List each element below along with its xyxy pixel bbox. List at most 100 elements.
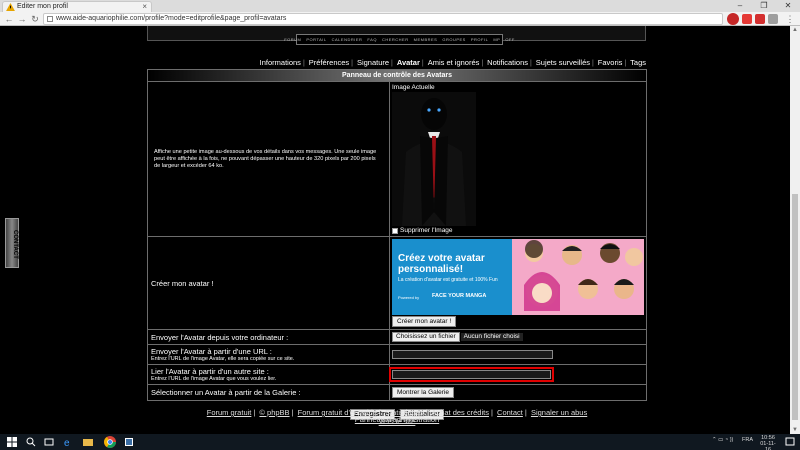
- create-avatar-cell: Créer mon avatar !: [147, 236, 390, 330]
- url-label: Envoyer l'Avatar à partir d'une URL :: [151, 347, 272, 356]
- footer-link[interactable]: © phpBB: [259, 408, 289, 417]
- extension-abp-icon[interactable]: [755, 14, 765, 24]
- language-indicator[interactable]: FRA: [742, 437, 753, 443]
- extension-badge-icon[interactable]: [742, 14, 752, 24]
- maximize-icon[interactable]: ❐: [752, 0, 776, 12]
- tab-notifications[interactable]: Notifications: [487, 58, 528, 67]
- show-gallery-button[interactable]: Montrer la Galerie: [392, 387, 455, 398]
- panel-title: Panneau de contrôle des Avatars: [147, 69, 647, 82]
- address-bar[interactable]: www.aide-aquariophilie.com/profile?mode=…: [43, 13, 723, 25]
- content-panel: Informations | Préférences | Signature | Av…: [145, 48, 649, 434]
- tray-icons[interactable]: ⌃ ▭ ◔ )): [712, 437, 733, 443]
- menu-icon[interactable]: ⋮: [784, 13, 796, 25]
- forum-nav-item[interactable]: FORUM: [284, 37, 301, 42]
- link-help: Entrez l'URL de l'image Avatar que vous …: [151, 376, 277, 382]
- footer-link[interactable]: Statistiques: [385, 408, 424, 417]
- edge-icon[interactable]: e: [63, 437, 73, 447]
- warning-icon: [6, 3, 15, 11]
- tab-avatar[interactable]: Avatar: [397, 58, 420, 67]
- forum-nav-item[interactable]: CHERCHER: [382, 37, 409, 42]
- tab-title: Editer mon profil: [17, 3, 68, 10]
- tab-preferences[interactable]: Préférences: [309, 58, 349, 67]
- delete-image-row: Supprimer l'Image: [392, 227, 644, 234]
- forum-nav-item[interactable]: FAQ: [367, 37, 377, 42]
- profile-tabs: Informations | Préférences | Signature | Av…: [259, 58, 646, 67]
- back-icon[interactable]: ←: [3, 13, 15, 25]
- delete-image-checkbox[interactable]: [392, 227, 398, 234]
- extension-gray-icon[interactable]: [768, 14, 778, 24]
- forum-nav-item[interactable]: CALENDRIER: [332, 37, 363, 42]
- browser-tabbar: Editer mon profil × – ❐ ✕: [0, 0, 800, 12]
- search-icon[interactable]: [26, 437, 36, 447]
- create-avatar-button[interactable]: Créer mon avatar !: [392, 316, 457, 327]
- link-field-cell: [389, 364, 647, 385]
- file-explorer-icon[interactable]: [83, 437, 93, 447]
- footer-link[interactable]: Forum gratuit d'entraide: [298, 408, 377, 417]
- upload-label: Envoyer l'Avatar depuis votre ordinateur…: [151, 332, 289, 342]
- clock[interactable]: 10:56 01-11-16: [758, 435, 778, 450]
- footer-link[interactable]: Achat des crédits: [431, 408, 489, 417]
- browser-tab[interactable]: Editer mon profil ×: [2, 1, 152, 12]
- windows-start-icon[interactable]: [7, 437, 17, 447]
- delete-image-label: Supprimer l'Image: [400, 227, 453, 234]
- choose-file-button[interactable]: Choisissez un fichier: [392, 332, 460, 342]
- current-avatar-image: [392, 92, 476, 226]
- faceyourmanga-banner[interactable]: Créez votre avatar personnalisé! La créa…: [392, 239, 644, 315]
- notifications-icon[interactable]: [785, 437, 795, 447]
- scrollbar-thumb[interactable]: [792, 194, 798, 420]
- tab-friends[interactable]: Amis et ignorés: [428, 58, 480, 67]
- task-view-icon[interactable]: [44, 437, 54, 447]
- link-cell: Lier l'Avatar à partir d'un autre site :…: [147, 364, 390, 385]
- forum-nav-item[interactable]: PORTAIL: [306, 37, 326, 42]
- tab-informations[interactable]: Informations: [260, 58, 301, 67]
- forum-nav-item[interactable]: GROUPES: [442, 37, 466, 42]
- gallery-label: Sélectionner un Avatar à partir de la Ga…: [151, 388, 301, 397]
- extension-red-icon[interactable]: [727, 13, 739, 25]
- tab-watched-topics[interactable]: Sujets surveillés: [536, 58, 590, 67]
- forum-nav-item[interactable]: PROFIL: [471, 37, 488, 42]
- current-image-cell: Image Actuelle Supprimer l'Image: [389, 81, 647, 237]
- footer-link[interactable]: Signaler un abus: [531, 408, 587, 417]
- url-text: www.aide-aquariophilie.com/profile?mode=…: [56, 15, 287, 22]
- forum-nav-item[interactable]: MEMBRES: [414, 37, 438, 42]
- forum-nav: FORUM PORTAIL CALENDRIER FAQ CHERCHER ME…: [284, 34, 514, 45]
- tab-tags[interactable]: Tags: [630, 58, 646, 67]
- upload-cell: Envoyer l'Avatar depuis votre ordinateur…: [147, 329, 390, 345]
- banner-subtitle: La création d'avatar est gratuite et 100…: [398, 277, 498, 283]
- avatar-remote-link-input[interactable]: [389, 367, 554, 382]
- url-field-cell: [389, 344, 647, 365]
- page-viewport: FORUM PORTAIL CALENDRIER FAQ CHERCHER ME…: [0, 26, 790, 434]
- avatar-url-input[interactable]: [392, 350, 553, 359]
- footer-link[interactable]: Forum gratuit: [207, 408, 252, 417]
- description-cell: Affiche une petite image au-dessous de v…: [147, 81, 390, 237]
- url-cell: Envoyer l'Avatar à partir d'une URL : En…: [147, 344, 390, 365]
- upload-field-cell: Choisissez un fichier Aucun fichier choi…: [389, 329, 647, 345]
- create-avatar-label: Créer mon avatar !: [151, 278, 214, 288]
- page-scrollbar[interactable]: ▲ ▼: [790, 26, 800, 434]
- windows-taskbar: e ⌃ ▭ ◔ )) FRA 10:56 01-11-16: [0, 434, 800, 450]
- footer-link[interactable]: Contact: [497, 408, 523, 417]
- footer-links: Forum gratuit | © phpBB | Forum gratuit d'…: [206, 408, 588, 417]
- forum-nav-item[interactable]: OFF: [505, 37, 515, 42]
- banner-powered: Powered by: [398, 295, 420, 300]
- tab-favorites[interactable]: Favoris: [598, 58, 623, 67]
- tab-close-icon[interactable]: ×: [142, 2, 147, 12]
- scroll-up-icon[interactable]: ▲: [790, 26, 800, 34]
- visit-site-link[interactable]: Vers le site: [145, 417, 649, 426]
- banner-brand: FACE YOUR MANGA: [432, 293, 487, 299]
- create-avatar-banner-cell: Créez votre avatar personnalisé! La créa…: [389, 236, 647, 330]
- gallery-cell: Sélectionner un Avatar à partir de la Ga…: [147, 384, 390, 401]
- side-contact-widget[interactable]: CONTACT: [5, 218, 19, 268]
- tab-signature[interactable]: Signature: [357, 58, 389, 67]
- scroll-down-icon[interactable]: ▼: [790, 426, 800, 434]
- window-close-icon[interactable]: ✕: [776, 0, 800, 12]
- forward-icon[interactable]: →: [16, 13, 28, 25]
- forum-nav-item[interactable]: MP: [493, 37, 500, 42]
- reload-icon[interactable]: ↻: [29, 13, 41, 25]
- chrome-icon[interactable]: [104, 436, 116, 448]
- page-icon: [47, 16, 53, 22]
- link-label: Lier l'Avatar à partir d'un autre site :: [151, 367, 269, 376]
- app-pinned-icon[interactable]: [124, 437, 134, 447]
- file-input: Choisissez un fichier Aucun fichier choi…: [392, 332, 644, 342]
- minimize-icon[interactable]: –: [728, 0, 752, 12]
